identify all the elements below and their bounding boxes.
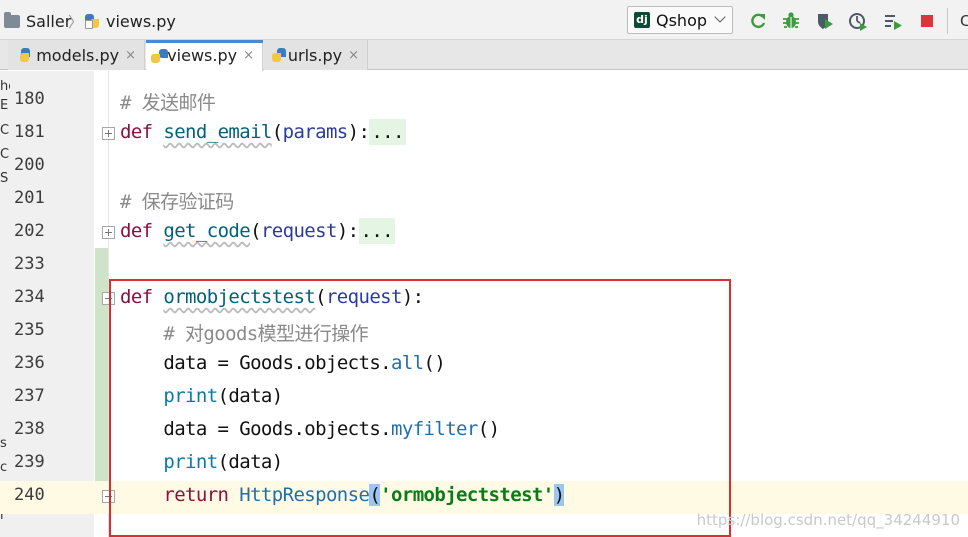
line-number: 238 [14, 419, 45, 439]
run-with-coverage-button[interactable] [814, 10, 836, 32]
code-text: # 发送邮件 [120, 88, 216, 115]
editor-tab-bar: models.py × views.py × urls.py × [0, 40, 968, 71]
line-number: 237 [14, 386, 45, 406]
run-configuration-selector[interactable]: dj Qshop [627, 6, 733, 34]
function-name: get_code [163, 220, 251, 242]
line-number: 170 [14, 71, 54, 75]
close-icon[interactable]: × [348, 48, 359, 63]
code-line: 201 # 保存验证码 [0, 184, 968, 217]
close-icon[interactable]: × [125, 48, 136, 63]
breadcrumb-file-label: views.py [106, 11, 176, 31]
keyword: def [120, 121, 153, 143]
code-text: def get_code(request):... [120, 218, 396, 244]
line-number: 239 [14, 452, 45, 472]
chevron-down-icon [714, 11, 726, 23]
python-file-icon [84, 13, 100, 29]
parameter: request [260, 220, 337, 242]
line-number: 181 [14, 122, 45, 142]
folded-code-placeholder[interactable]: ... [358, 218, 396, 244]
profile-button[interactable] [847, 10, 869, 32]
bug-icon [783, 12, 799, 28]
concurrency-icon [885, 15, 902, 30]
tab-models-py[interactable]: models.py × [8, 40, 145, 70]
code-line: 181 def send_email(params):... [0, 118, 968, 151]
expand-fold-icon[interactable] [102, 226, 115, 239]
profiler-icon [849, 13, 867, 31]
code-text: def send_email(params):... [120, 119, 406, 145]
tab-label: views.py [167, 46, 238, 65]
keyword: def [120, 220, 153, 242]
toolbar-divider [947, 8, 948, 34]
breadcrumb-separator-icon: 〉 [68, 13, 84, 31]
close-icon[interactable]: × [243, 48, 254, 63]
python-file-icon [20, 47, 30, 63]
annotation-highlight-box [109, 279, 731, 537]
line-number: 200 [14, 155, 45, 175]
python-file-icon [151, 48, 168, 64]
toolbar-overflow-label: C [960, 12, 968, 30]
code-line: 202 def get_code(request):... [0, 217, 968, 250]
line-number: 233 [14, 254, 45, 274]
run-concurrency-button[interactable] [882, 10, 904, 32]
debug-button[interactable] [780, 10, 802, 32]
line-number: 240 [14, 485, 45, 505]
line-number: 201 [14, 188, 45, 208]
folder-icon [4, 11, 20, 28]
parameter: params [282, 121, 349, 143]
tab-label: urls.py [287, 45, 343, 65]
active-tab-indicator [146, 40, 263, 43]
breadcrumb-file[interactable]: views.py [84, 10, 176, 32]
stop-button[interactable] [916, 10, 938, 32]
tab-label: models.py [36, 45, 120, 65]
code-line: 200 [0, 151, 968, 184]
line-number: 236 [14, 353, 45, 373]
django-icon: dj [634, 12, 650, 28]
code-line: 180 # 发送邮件 [0, 85, 968, 118]
watermark: https://blog.csdn.net/qq_34244910 [696, 511, 960, 529]
tab-views-py[interactable]: views.py × [146, 40, 263, 71]
code-editor[interactable]: he E C C S s c e r 170 180 # 发送邮件 181 de… [0, 71, 968, 537]
function-name: send_email [163, 121, 272, 143]
folded-code-placeholder[interactable]: ... [369, 119, 406, 145]
rerun-button[interactable] [747, 10, 769, 32]
line-number: 180 [14, 89, 45, 109]
line-number: 202 [14, 221, 45, 241]
run-configuration-label: Qshop [656, 10, 708, 30]
python-file-icon [271, 47, 286, 63]
line-number: 235 [14, 320, 45, 340]
comment: # 发送邮件 [120, 92, 216, 114]
code-line: 170 [0, 71, 968, 84]
breadcrumb-project[interactable]: Saller [4, 10, 71, 32]
line-number: 234 [14, 287, 45, 307]
comment: # 保存验证码 [120, 191, 234, 213]
shield-icon [818, 14, 833, 29]
tab-urls-py[interactable]: urls.py × [264, 40, 368, 70]
breadcrumb-project-label: Saller [26, 11, 72, 31]
expand-fold-icon[interactable] [102, 127, 115, 140]
navigation-bar: Saller 〉 views.py dj Qshop C [0, 0, 968, 40]
code-text: # 保存验证码 [120, 187, 234, 214]
rerun-icon [751, 13, 766, 29]
stop-icon [921, 15, 933, 27]
